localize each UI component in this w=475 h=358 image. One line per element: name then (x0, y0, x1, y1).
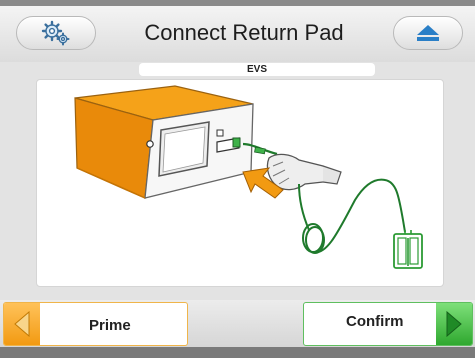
back-arrow-box (4, 303, 40, 345)
confirm-button[interactable]: Confirm (303, 302, 473, 346)
prime-button[interactable]: Prime (3, 302, 188, 346)
generator-device-icon (74, 85, 254, 199)
eject-button[interactable] (393, 16, 463, 50)
page-title: Connect Return Pad (144, 20, 344, 45)
eject-icon (417, 25, 439, 41)
confirm-label: Confirm (346, 313, 404, 330)
settings-button[interactable] (16, 16, 96, 50)
prime-label: Prime (89, 317, 131, 334)
connect-return-pad-illustration (74, 85, 423, 269)
right-arrow-icon (446, 311, 462, 337)
header-bar: Connect Return Pad (0, 6, 475, 62)
hand-icon (266, 153, 342, 191)
return-pad-icon (393, 230, 423, 269)
illustration-panel (36, 79, 444, 287)
gears-icon (41, 20, 70, 46)
forward-arrow-box (436, 303, 472, 345)
left-arrow-icon (14, 311, 30, 337)
device-label: EVS (139, 63, 375, 76)
bottom-bezel (0, 347, 475, 358)
